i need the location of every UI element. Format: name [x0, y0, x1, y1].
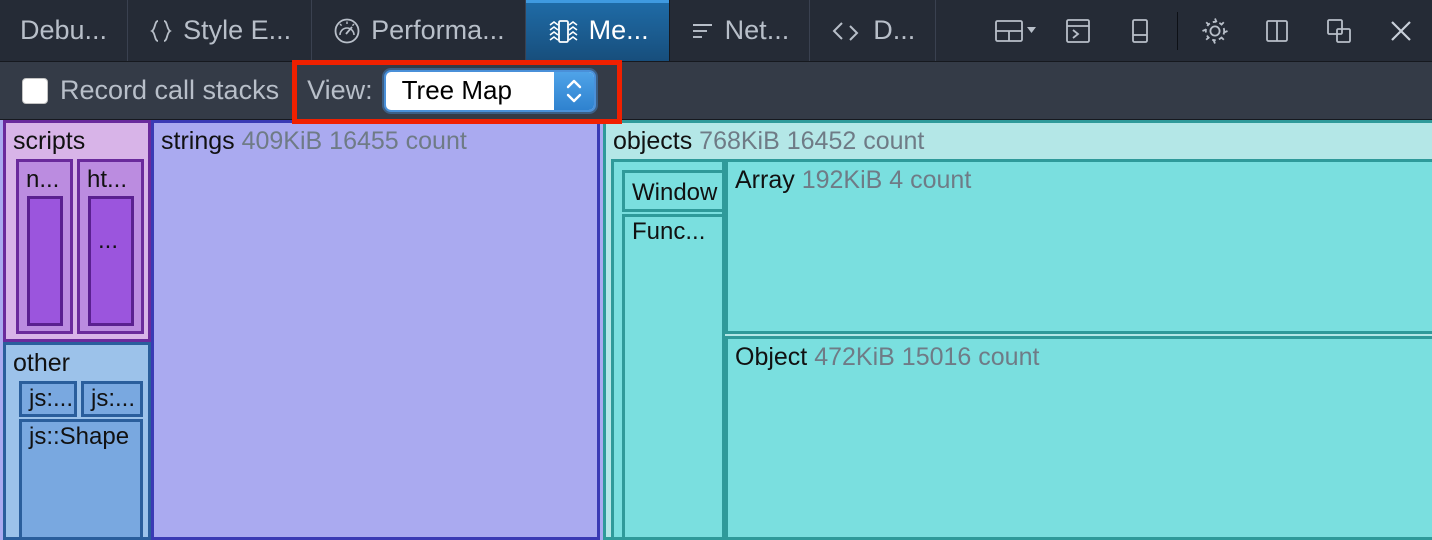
tab-style-editor[interactable]: Style E...	[128, 0, 312, 61]
treemap-cell-objects-left-group[interactable]: Window Func...	[611, 159, 725, 540]
view-label: View:	[307, 75, 373, 106]
tab-memory[interactable]: Me...	[526, 0, 670, 61]
treemap-cell-label: ht...	[87, 164, 127, 196]
memory-options-bar: Record call stacks View: Tree Map	[0, 62, 1432, 120]
memory-icon	[546, 16, 580, 46]
treemap-cell-window[interactable]: Window	[622, 170, 725, 212]
treemap-cell-label: js:...	[91, 383, 135, 415]
treemap-cell-label: Window	[632, 177, 717, 209]
treemap-cell-scripts[interactable]: scripts n... ht... ...	[3, 120, 151, 342]
tab-label: Performa...	[371, 15, 505, 46]
treemap-cell-scripts-child-2[interactable]: ht... ...	[77, 159, 144, 334]
close-button[interactable]	[1370, 0, 1432, 62]
treemap-cell-label: strings 409KiB 16455 count	[161, 125, 467, 157]
toolbar-divider	[1177, 12, 1178, 50]
angle-brackets-icon	[830, 18, 864, 44]
record-call-stacks-checkbox[interactable]	[22, 78, 48, 104]
tab-debugger[interactable]: Debu...	[0, 0, 128, 61]
treemap-cell-label: n...	[26, 164, 59, 196]
gauge-icon	[332, 16, 362, 46]
network-lines-icon	[690, 18, 716, 44]
treemap-cell-function[interactable]: Func...	[622, 214, 725, 540]
treemap-cell-label: Object 472KiB 15016 count	[735, 341, 1039, 373]
settings-button[interactable]	[1184, 0, 1246, 62]
tab-dom[interactable]: D...	[810, 0, 936, 61]
record-call-stacks-control[interactable]: Record call stacks	[22, 75, 279, 106]
treemap-cell-label: js::Shape	[29, 421, 129, 453]
treemap-cell-scripts-child-1[interactable]: n...	[16, 159, 73, 334]
treemap-cell-array[interactable]: Array 192KiB 4 count	[725, 159, 1432, 334]
treemap-cell-other[interactable]: other js:... js:... js::Shape	[3, 342, 151, 540]
treemap-cell-label: ...	[98, 225, 118, 257]
treemap-cell-label: other	[13, 347, 70, 379]
treemap-cell-object[interactable]: Object 472KiB 15016 count	[725, 336, 1432, 540]
tab-performance[interactable]: Performa...	[312, 0, 526, 61]
tab-label: Style E...	[183, 15, 291, 46]
layout-grid-button[interactable]	[985, 0, 1047, 62]
tab-label: Debu...	[20, 15, 107, 46]
treemap-cell-label: Array 192KiB 4 count	[735, 164, 971, 196]
devtools-toolbar	[985, 0, 1432, 61]
treemap-cell-label: js:...	[29, 383, 73, 415]
tab-label: Net...	[725, 15, 790, 46]
split-horizontal-button[interactable]	[1109, 0, 1171, 62]
treemap-cell-label: scripts	[13, 125, 85, 157]
treemap-cell-other-js-shape[interactable]: js::Shape	[19, 419, 143, 540]
treemap-cell-other-js-2[interactable]: js:...	[81, 381, 143, 417]
view-select-value: Tree Map	[386, 72, 554, 110]
treemap-cell-label: objects 768KiB 16452 count	[613, 125, 924, 157]
view-select-stepper[interactable]	[554, 72, 594, 110]
dock-side-button[interactable]	[1246, 0, 1308, 62]
tab-network[interactable]: Net...	[670, 0, 811, 61]
braces-icon	[148, 18, 174, 44]
devtools-tabbar: Debu... Style E...	[0, 0, 1432, 62]
tab-label: D...	[873, 15, 915, 46]
record-call-stacks-label: Record call stacks	[60, 75, 279, 106]
memory-treemap[interactable]: strings 409KiB 16455 count scripts n... …	[0, 120, 1432, 540]
treemap-cell-other-js-1[interactable]: js:...	[19, 381, 77, 417]
detach-window-button[interactable]	[1308, 0, 1370, 62]
tab-label: Me...	[589, 15, 649, 46]
treemap-cell-scripts-leaf-2[interactable]: ...	[88, 196, 134, 326]
treemap-cell-scripts-leaf-1[interactable]	[27, 196, 63, 326]
treemap-cell-label: Func...	[632, 216, 705, 248]
console-panel-button[interactable]	[1047, 0, 1109, 62]
devtools-window: Debu... Style E...	[0, 0, 1432, 540]
treemap-cell-objects[interactable]: objects 768KiB 16452 count Window Func..…	[603, 120, 1432, 540]
treemap-cell-strings[interactable]: strings 409KiB 16455 count	[151, 120, 600, 540]
view-select[interactable]: Tree Map	[384, 70, 596, 112]
